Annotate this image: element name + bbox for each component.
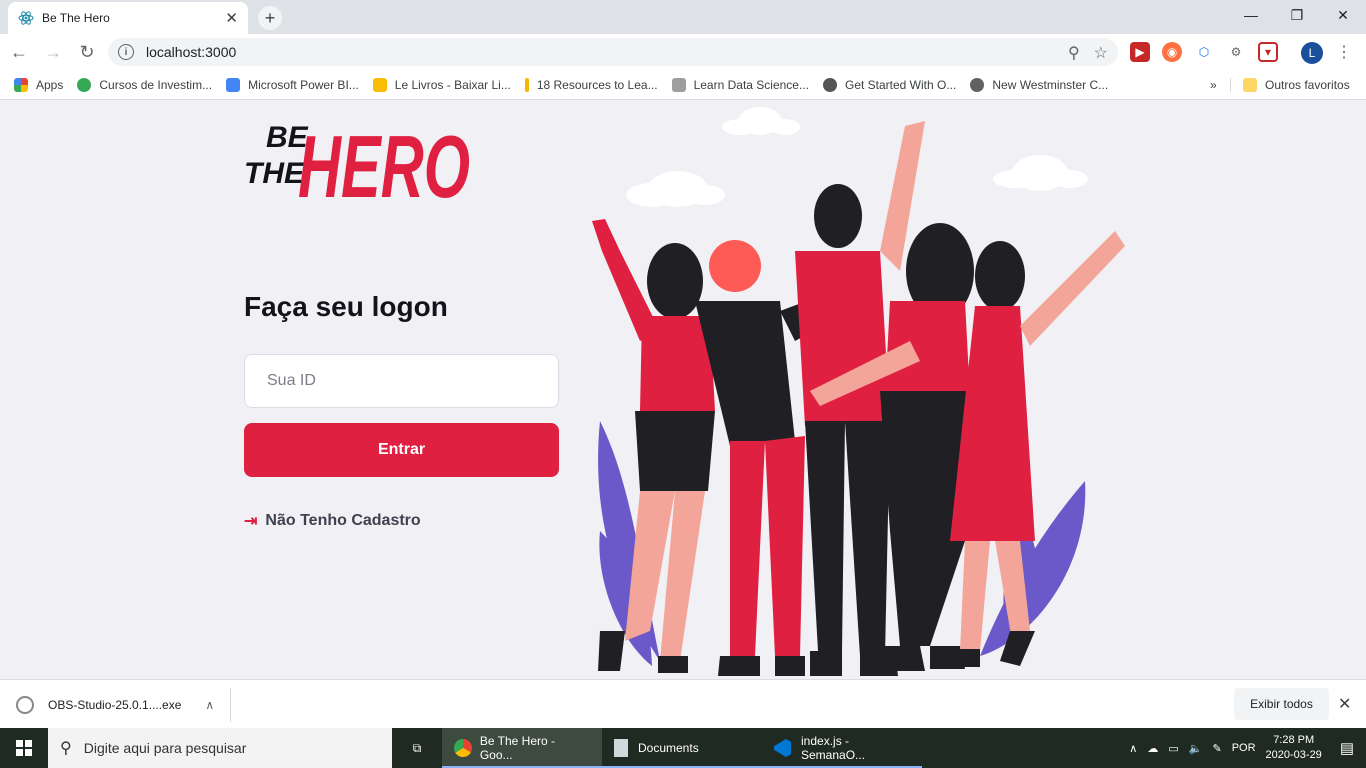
onedrive-cloud-icon[interactable]: ☁	[1147, 742, 1158, 755]
windows-start-icon[interactable]	[0, 728, 48, 768]
forward-icon[interactable]: →	[38, 37, 68, 67]
pen-icon[interactable]: ✎	[1212, 742, 1221, 755]
bookmark-label: Apps	[36, 77, 64, 92]
bookmark-label: New Westminster C...	[992, 77, 1109, 92]
bookmark-item[interactable]: New Westminster C...	[970, 77, 1109, 92]
url-text: localhost:3000	[146, 44, 237, 60]
reload-icon[interactable]: ↻	[72, 37, 102, 67]
back-icon[interactable]: ←	[4, 37, 34, 67]
system-tray: ∧ ☁ ▭ 🔈 ✎ POR 7:28 PM 2020-03-29 ▤	[1129, 728, 1366, 768]
apps-grid-icon	[14, 77, 28, 92]
search-icon: ⚲	[60, 740, 72, 757]
downloads-bar: OBS-Studio-25.0.1....exe ∧ Exibir todos …	[0, 679, 1366, 728]
id-input[interactable]	[244, 354, 559, 408]
bookmark-favicon-icon	[671, 77, 686, 92]
bookmark-star-icon[interactable]: ☆	[1094, 43, 1108, 63]
clock-time: 7:28 PM	[1273, 734, 1315, 746]
bookmark-item[interactable]: Le Livros - Baixar Li...	[372, 77, 511, 92]
extension-icon[interactable]: ▶	[1130, 42, 1150, 62]
bookmark-favicon-icon	[970, 77, 985, 92]
chrome-icon	[454, 739, 472, 757]
bookmark-favicon-icon	[372, 77, 387, 92]
close-window-icon[interactable]: ✕	[1320, 0, 1366, 30]
browser-tab[interactable]: Be The Hero ✕	[8, 2, 248, 34]
task-view-icon[interactable]: ⧉	[392, 728, 442, 768]
bookmark-label: Microsoft Power BI...	[248, 77, 359, 92]
new-tab-button[interactable]: +	[258, 6, 282, 30]
bookmark-favicon-icon	[77, 77, 92, 92]
search-placeholder: Digite aqui para pesquisar	[83, 740, 247, 756]
duckduckgo-icon[interactable]: ◉	[1162, 42, 1182, 62]
taskbar-app-label: Documents	[638, 741, 699, 755]
chevron-up-icon[interactable]: ∧	[1129, 742, 1137, 755]
bookmark-label: Cursos de Investim...	[99, 77, 213, 92]
bookmark-item[interactable]: Cursos de Investim...	[77, 77, 213, 92]
bookmark-item[interactable]: 18 Resources to Lea...	[524, 77, 658, 92]
clock[interactable]: 7:28 PM 2020-03-29	[1266, 733, 1322, 763]
obs-file-icon	[16, 696, 34, 714]
logo-hero-text: HERO	[298, 117, 470, 206]
log-in-icon: ⇥	[244, 513, 258, 530]
tab-title: Be The Hero	[42, 11, 110, 25]
browser-tab-strip: Be The Hero ✕ + — ❐ ✕	[0, 0, 1366, 34]
menu-icon[interactable]: ⋮	[1334, 42, 1354, 62]
bookmark-label: Le Livros - Baixar Li...	[394, 77, 511, 92]
bookmark-item[interactable]: Get Started With O...	[822, 77, 957, 92]
download-filename: OBS-Studio-25.0.1....exe	[48, 698, 182, 712]
page-viewport: BE THE HERO Faça seu logon Entrar ⇥ Não …	[0, 101, 1366, 679]
bookmark-label: Outros favoritos	[1265, 77, 1350, 92]
clock-date: 2020-03-29	[1265, 749, 1322, 761]
bookmark-label: Get Started With O...	[844, 77, 957, 92]
bookmark-item[interactable]: Learn Data Science...	[671, 77, 809, 92]
address-bar[interactable]: i localhost:3000 ⚲ ☆	[108, 38, 1118, 66]
document-icon	[614, 739, 628, 757]
react-icon	[18, 10, 34, 26]
page-title: Faça seu logon	[244, 291, 448, 322]
volume-icon[interactable]: 🔈	[1189, 742, 1203, 755]
taskbar-app-label: Be The Hero - Goo...	[479, 734, 555, 762]
vscode-icon	[774, 739, 791, 757]
hexagon-extension-icon[interactable]: ⬡	[1194, 42, 1214, 62]
battery-icon[interactable]: ▭	[1168, 742, 1178, 755]
windows-taskbar: ⚲ Digite aqui para pesquisar ⧉ Be The He…	[0, 728, 1366, 768]
close-tab-icon[interactable]: ✕	[225, 9, 238, 27]
taskbar-search-box[interactable]: ⚲ Digite aqui para pesquisar	[48, 728, 392, 768]
taskbar-app-chrome[interactable]: Be The Hero - Goo...	[442, 728, 602, 768]
close-downloads-icon[interactable]: ✕	[1338, 694, 1351, 714]
bookmark-item[interactable]: Microsoft Power BI...	[226, 77, 359, 92]
bookmark-label: Learn Data Science...	[693, 77, 809, 92]
restore-window-icon[interactable]: ❐	[1274, 0, 1320, 30]
zoom-search-icon[interactable]: ⚲	[1068, 43, 1080, 63]
taskbar-app-vscode[interactable]: index.js - SemanaO...	[762, 728, 922, 768]
bookmark-favicon-icon	[822, 77, 837, 92]
heroes-illustration	[592, 107, 1125, 676]
more-bookmarks-icon[interactable]: »	[1210, 78, 1217, 92]
notifications-icon[interactable]: ▤	[1340, 739, 1354, 757]
folder-icon	[1243, 77, 1257, 92]
cloud-icon	[626, 107, 1088, 207]
settings-extension-icon[interactable]: ⚙	[1226, 42, 1246, 62]
enter-button[interactable]: Entrar	[244, 423, 559, 477]
bookmark-favicon-icon	[524, 77, 529, 92]
taskbar-app-documents[interactable]: Documents	[602, 728, 762, 768]
bookmark-favicon-icon	[226, 77, 241, 92]
profile-avatar[interactable]: L	[1301, 42, 1323, 64]
chevron-up-icon[interactable]: ∧	[205, 698, 214, 712]
divider	[230, 688, 231, 722]
logo-the-text: THE	[244, 157, 305, 190]
minimize-window-icon[interactable]: —	[1228, 0, 1274, 30]
bookmarks-bar: Apps Cursos de Investim... Microsoft Pow…	[0, 70, 1366, 100]
input-language[interactable]: POR	[1232, 742, 1256, 754]
other-bookmarks-folder[interactable]: Outros favoritos	[1230, 77, 1350, 92]
site-info-icon[interactable]: i	[118, 44, 134, 60]
register-link[interactable]: ⇥ Não Tenho Cadastro	[244, 511, 421, 531]
bookmark-label: 18 Resources to Lea...	[536, 77, 658, 92]
bookmark-apps[interactable]: Apps	[14, 77, 64, 92]
register-link-label: Não Tenho Cadastro	[265, 512, 421, 529]
download-item[interactable]: OBS-Studio-25.0.1....exe ∧	[16, 690, 214, 720]
shield-extension-icon[interactable]: ▾	[1258, 42, 1278, 62]
taskbar-app-label: index.js - SemanaO...	[801, 734, 866, 762]
be-the-hero-logo: BE THE HERO	[244, 111, 474, 216]
show-all-downloads-button[interactable]: Exibir todos	[1234, 688, 1329, 720]
